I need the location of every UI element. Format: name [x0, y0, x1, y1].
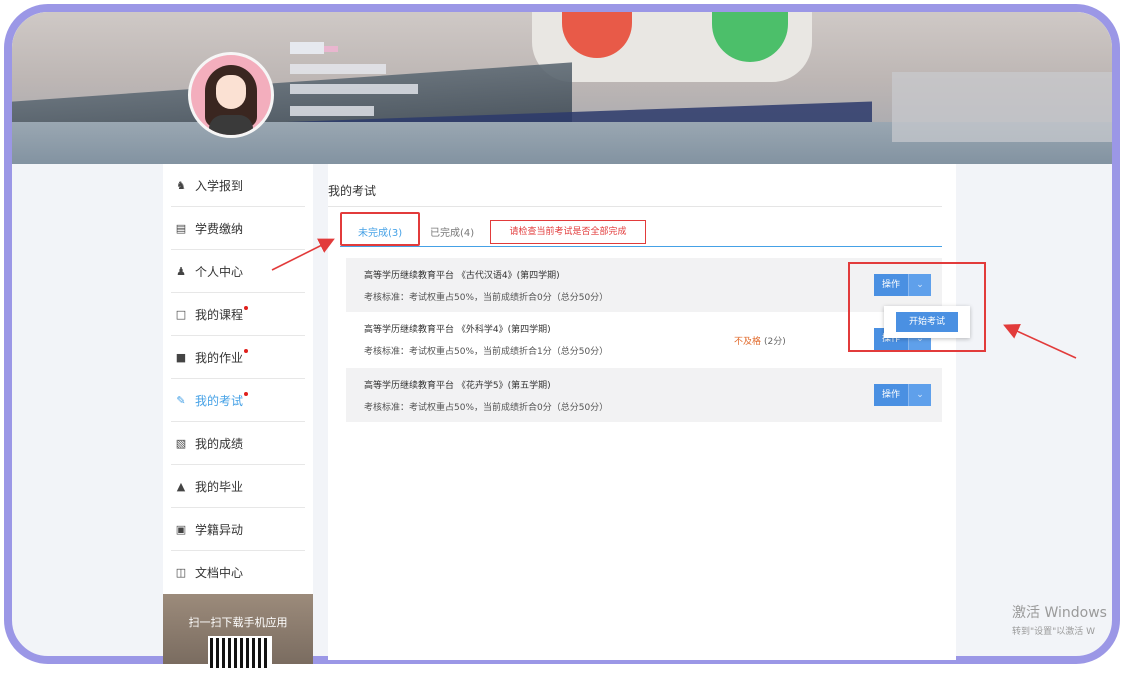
blurred-info: [290, 84, 418, 94]
edit-icon: ✎: [176, 393, 186, 407]
sidebar-item-graduation[interactable]: ▲ 我的毕业: [171, 465, 305, 508]
sidebar-item-label: 个人中心: [195, 264, 244, 279]
exam-title: 高等学历继续教育平台 《古代汉语4》(第四学期): [364, 271, 560, 281]
person-icon: ♟: [176, 264, 186, 278]
exam-score: (2分): [764, 337, 786, 347]
banner-decoration: [892, 72, 1112, 142]
sidebar-item-label: 我的成绩: [195, 436, 244, 451]
monitor-icon: □: [175, 307, 187, 321]
sidebar-item-homework[interactable]: ■ 我的作业: [171, 336, 305, 379]
sidebar-item-enrollment[interactable]: ♞ 入学报到: [171, 164, 305, 207]
qr-code-icon: [208, 636, 272, 670]
sidebar-item-grades[interactable]: ▧ 我的成绩: [171, 422, 305, 465]
sidebar: ♞ 入学报到 ▤ 学费缴纳 ♟ 个人中心 □ 我的课程 ■ 我的作业 ✎ 我的考…: [163, 164, 313, 670]
tab-incomplete[interactable]: 未完成(3): [358, 224, 402, 239]
graduate-icon: ▲: [176, 479, 186, 493]
id-card-icon: ▣: [175, 522, 187, 536]
sidebar-item-label: 我的考试: [195, 393, 244, 408]
qr-download-panel: 扫一扫下载手机应用: [163, 594, 313, 670]
exam-title: 高等学历继续教育平台 《花卉学5》(第五学期): [364, 381, 551, 391]
blurred-info: [290, 106, 374, 116]
sidebar-item-exams[interactable]: ✎ 我的考试: [171, 379, 305, 422]
exam-panel: 我的考试 未完成(3) 已完成(4) 请检查当前考试是否全部完成 高等学历继续教…: [328, 164, 956, 660]
qr-title: 扫一扫下载手机应用: [188, 616, 288, 629]
operation-label[interactable]: 操作: [874, 384, 908, 406]
credit-card-icon: ▤: [175, 221, 187, 235]
sidebar-item-label: 入学报到: [195, 178, 244, 193]
divider: [328, 206, 942, 207]
sidebar-item-label: 我的毕业: [195, 479, 244, 494]
sidebar-item-documents[interactable]: ◫ 文档中心: [171, 551, 305, 593]
notification-dot: [244, 349, 249, 353]
exam-row: 高等学历继续教育平台 《花卉学5》(第五学期) 考核标准：考试权重占50%，当前…: [346, 368, 942, 422]
blurred-info: [290, 64, 386, 74]
windows-activation-hint: 转到"设置"以激活 W: [1012, 627, 1096, 637]
operation-button[interactable]: 操作 ⌄: [874, 384, 931, 406]
exam-rule: 考核标准：考试权重占50%，当前成绩折合1分（总分50分）: [364, 347, 609, 357]
clipboard-icon: ▧: [175, 436, 187, 450]
profile-banner: [12, 12, 1112, 164]
sidebar-item-label: 文档中心: [195, 565, 244, 580]
sidebar-item-profile[interactable]: ♟ 个人中心: [171, 250, 305, 293]
tab-completed[interactable]: 已完成(4): [430, 224, 474, 239]
user-tie-icon: ♞: [176, 178, 186, 192]
sidebar-item-courses[interactable]: □ 我的课程: [171, 293, 305, 336]
avatar-body: [209, 115, 253, 135]
sidebar-item-label: 我的课程: [195, 307, 244, 322]
sidebar-item-label: 我的作业: [195, 350, 244, 365]
exam-title: 高等学历继续教育平台 《外科学4》(第四学期): [364, 325, 551, 335]
blurred-username: [290, 42, 324, 54]
highlight-box: [848, 262, 986, 352]
sidebar-item-status-change[interactable]: ▣ 学籍异动: [171, 508, 305, 551]
book-icon: ■: [175, 350, 187, 364]
blurred-username: [324, 46, 338, 52]
exam-rule: 考核标准：考试权重占50%，当前成绩折合0分（总分50分）: [364, 293, 609, 303]
avatar-face: [216, 75, 246, 109]
chevron-down-icon[interactable]: ⌄: [908, 384, 931, 406]
exam-tabs: 未完成(3) 已完成(4) 请检查当前考试是否全部完成: [340, 212, 942, 247]
page-title: 我的考试: [328, 184, 377, 198]
sidebar-item-label: 学费缴纳: [195, 221, 244, 236]
exam-rule: 考核标准：考试权重占50%，当前成绩折合0分（总分50分）: [364, 403, 609, 413]
exam-status: 不及格: [734, 337, 762, 347]
sidebar-item-tuition[interactable]: ▤ 学费缴纳: [171, 207, 305, 250]
notification-dot: [244, 306, 249, 310]
notification-dot: [244, 392, 249, 396]
document-icon: ◫: [175, 565, 187, 579]
windows-activation-title: 激活 Windows: [1012, 605, 1107, 621]
avatar[interactable]: [188, 52, 274, 138]
sidebar-item-label: 学籍异动: [195, 522, 244, 537]
warning-notice: 请检查当前考试是否全部完成: [490, 220, 646, 244]
